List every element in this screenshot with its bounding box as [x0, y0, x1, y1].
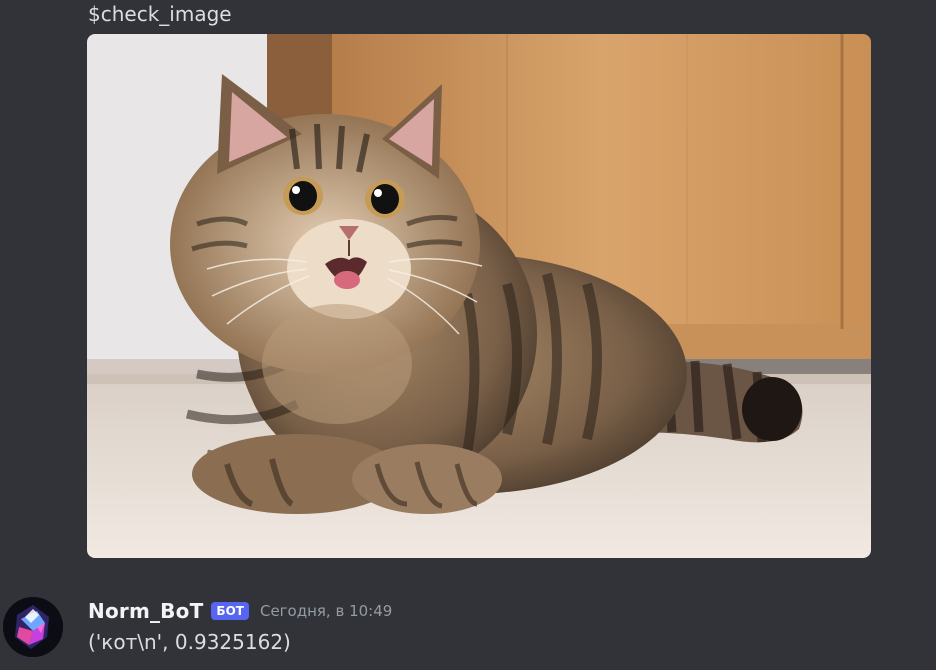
message-header: Norm_BoT БОТ Сегодня, в 10:49 — [88, 597, 392, 625]
bot-tag-badge: БОТ — [211, 602, 249, 620]
chat-area: $check_image Norm_BoT БОТ Сегодня, в 10:… — [0, 0, 936, 670]
username[interactable]: Norm_BoT — [88, 599, 203, 623]
image-attachment[interactable] — [87, 34, 871, 558]
message-content: ('кот\n', 0.9325162) — [88, 630, 291, 654]
message-text: $check_image — [88, 2, 232, 26]
message-timestamp: Сегодня, в 10:49 — [259, 602, 393, 620]
crystal-avatar-icon[interactable] — [3, 597, 63, 657]
cat-photo — [87, 34, 871, 558]
avatar-graphic — [3, 597, 63, 657]
